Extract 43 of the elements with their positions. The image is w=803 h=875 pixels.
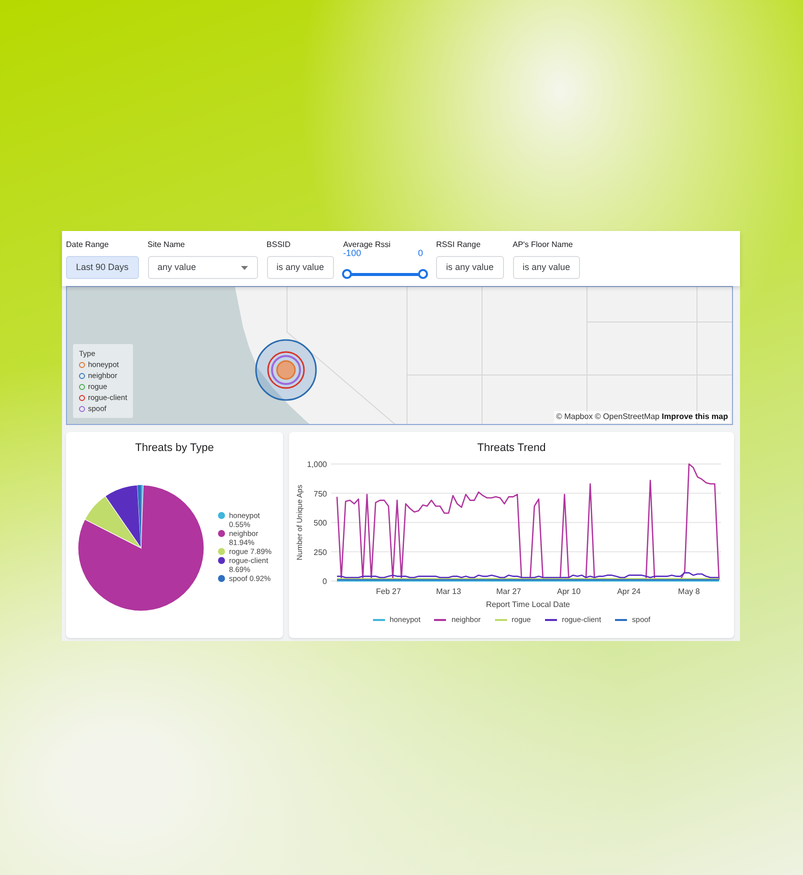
axis-tick-label: Mar 27 <box>496 587 522 596</box>
site-name-dropdown[interactable]: any value <box>148 256 258 279</box>
caret-icon <box>240 266 248 270</box>
legend-line-icon <box>494 618 507 621</box>
filter-chip[interactable]: is any value <box>436 256 504 279</box>
threat-cluster-marker[interactable] <box>255 339 317 401</box>
slider-reading: -100 <box>343 248 362 260</box>
axis-tick-label: Apr 10 <box>556 587 581 596</box>
chart-title: Threats by Type <box>134 441 215 456</box>
legend-dot <box>218 530 225 537</box>
axis-tick-label: May 8 <box>678 587 700 596</box>
legend-line-icon <box>372 618 385 621</box>
axis-tick-label: 500 <box>314 518 327 528</box>
axis-tick-label: 1,000 <box>306 460 327 469</box>
legend-line-icon <box>615 618 628 621</box>
filter-chip[interactable]: is any value <box>266 256 334 279</box>
axis-tick-label: Mar 13 <box>436 587 462 596</box>
filter-label: Site Name <box>148 239 186 251</box>
legend-dot <box>218 548 225 555</box>
chart-title: Threats Trend <box>476 441 547 456</box>
axis-title: Report Time Local Date <box>486 600 570 609</box>
date-range-button[interactable]: Last 90 Days <box>66 256 139 279</box>
filter-label: RSSI Range <box>436 239 482 251</box>
legend-dot <box>218 557 225 564</box>
filter-label: Date Range <box>66 239 110 251</box>
axis-tick-label: 0 <box>322 577 327 586</box>
filter-label: BSSID <box>266 239 292 251</box>
legend-line-icon <box>434 618 446 621</box>
axis-tick-label: 750 <box>314 489 327 498</box>
axis-tick-label: Feb 27 <box>376 587 401 596</box>
axis-tick-label: Apr 24 <box>617 587 641 596</box>
legend-dot <box>218 512 225 519</box>
filter-label: Average Rssi <box>343 239 392 250</box>
map-attribution: © Mapbox © OpenStreetMap <box>556 412 660 421</box>
slider-thumb[interactable] <box>342 269 352 279</box>
legend-line-icon <box>544 618 557 621</box>
improve-map-link[interactable]: Improve this map <box>662 412 728 421</box>
slider-reading: 0 <box>418 247 424 260</box>
slider-thumb[interactable] <box>418 269 428 279</box>
axis-tick-label: 250 <box>314 548 327 557</box>
legend-dot <box>218 575 225 582</box>
filter-label: AP's Floor Name <box>512 239 574 251</box>
filter-chip[interactable]: is any value <box>512 256 580 279</box>
